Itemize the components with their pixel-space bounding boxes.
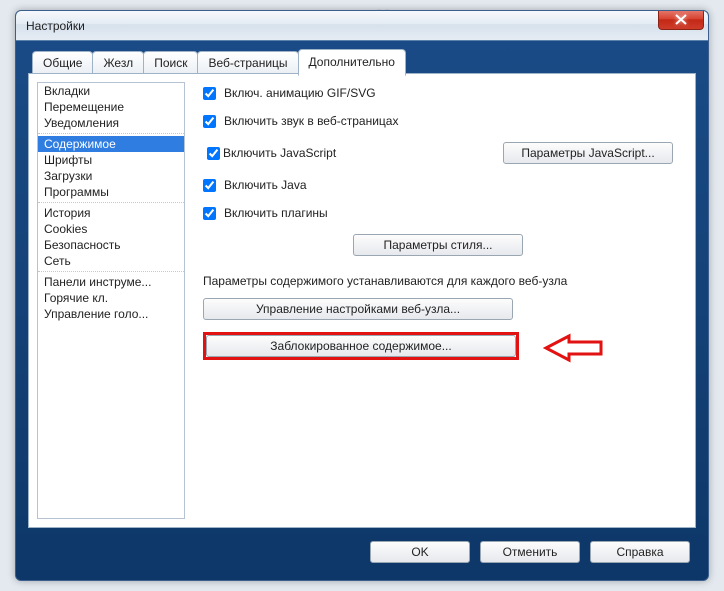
highlight-annotation: Заблокированное содержимое... <box>203 332 519 360</box>
window-body: Общие Жезл Поиск Веб-страницы Дополнител… <box>16 41 708 580</box>
checkbox-java-input[interactable] <box>203 179 216 192</box>
sidebar-item[interactable]: История <box>38 205 184 221</box>
sidebar-item[interactable]: Загрузки <box>38 168 184 184</box>
sidebar-item[interactable]: Горячие кл. <box>38 290 184 306</box>
sidebar-item[interactable]: Панели инструме... <box>38 274 184 290</box>
blocked-content-button[interactable]: Заблокированное содержимое... <box>206 335 516 357</box>
sidebar-item[interactable]: Вкладки <box>38 83 184 99</box>
sidebar-item[interactable]: Шрифты <box>38 152 184 168</box>
checkbox-gif-label: Включ. анимацию GIF/SVG <box>224 86 376 100</box>
ok-button[interactable]: OK <box>370 541 470 563</box>
checkbox-js-label: Включить JavaScript <box>223 146 336 160</box>
checkbox-plugins[interactable]: Включить плагины <box>203 206 673 220</box>
close-button[interactable] <box>658 10 704 30</box>
checkbox-gif-animation[interactable]: Включ. анимацию GIF/SVG <box>203 86 673 100</box>
sidebar-item[interactable]: Перемещение <box>38 99 184 115</box>
checkbox-java-label: Включить Java <box>224 178 307 192</box>
checkbox-sound[interactable]: Включить звук в веб-страницах <box>203 114 673 128</box>
tab-advanced[interactable]: Дополнительно <box>298 49 406 76</box>
sidebar-item[interactable]: Содержимое <box>38 136 184 152</box>
content-area: Включ. анимацию GIF/SVG Включить звук в … <box>185 82 687 519</box>
sidebar-item[interactable]: Безопасность <box>38 237 184 253</box>
checkbox-sound-label: Включить звук в веб-страницах <box>224 114 398 128</box>
style-options-button[interactable]: Параметры стиля... <box>353 234 523 256</box>
close-icon <box>675 14 687 25</box>
checkbox-java[interactable]: Включить Java <box>203 178 673 192</box>
arrow-annotation <box>541 333 611 363</box>
settings-window: Настройки Общие Жезл Поиск Веб-страницы … <box>15 10 709 581</box>
titlebar: Настройки <box>16 11 708 41</box>
site-preferences-button[interactable]: Управление настройками веб-узла... <box>203 298 513 320</box>
arrow-left-icon <box>541 333 611 363</box>
sidebar-item[interactable]: Сеть <box>38 253 184 269</box>
sidebar-item[interactable]: Управление голо... <box>38 306 184 322</box>
checkbox-sound-input[interactable] <box>203 115 216 128</box>
checkbox-javascript[interactable]: Включить JavaScript <box>203 144 336 163</box>
dialog-buttons: OK Отменить Справка <box>28 534 696 570</box>
checkbox-gif-input[interactable] <box>203 87 216 100</box>
sidebar-item[interactable]: Уведомления <box>38 115 184 131</box>
javascript-options-button[interactable]: Параметры JavaScript... <box>503 142 673 164</box>
tab-panel: ВкладкиПеремещениеУведомления СодержимоеШ… <box>28 73 696 528</box>
sidebar-item[interactable]: Программы <box>38 184 184 200</box>
checkbox-js-input[interactable] <box>207 147 220 160</box>
window-title: Настройки <box>26 19 85 33</box>
checkbox-plugins-label: Включить плагины <box>224 206 328 220</box>
checkbox-plugins-input[interactable] <box>203 207 216 220</box>
help-button[interactable]: Справка <box>590 541 690 563</box>
content-description: Параметры содержимого устанавливаются дл… <box>203 274 673 288</box>
cancel-button[interactable]: Отменить <box>480 541 580 563</box>
sidebar: ВкладкиПеремещениеУведомления СодержимоеШ… <box>37 82 185 519</box>
sidebar-item[interactable]: Cookies <box>38 221 184 237</box>
